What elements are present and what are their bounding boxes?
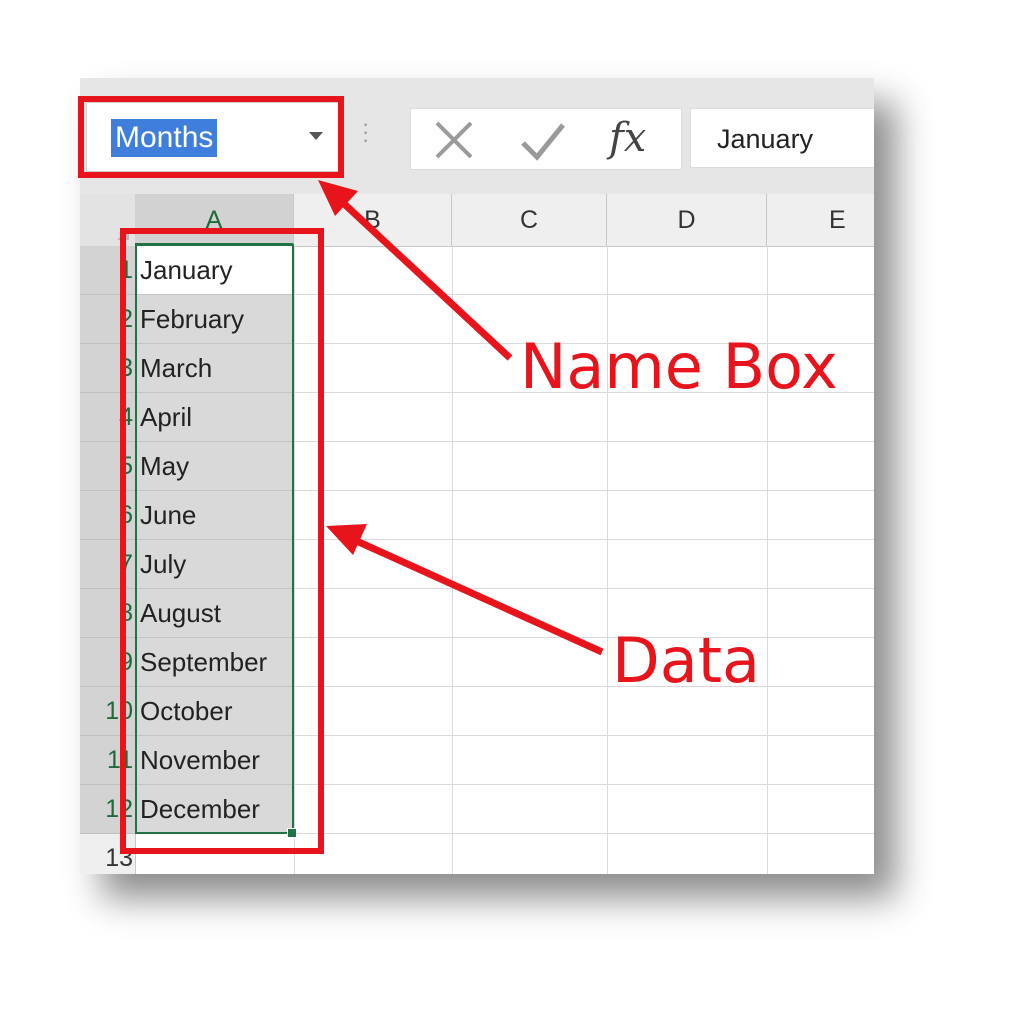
data-highlight xyxy=(120,228,324,854)
formula-input[interactable]: January xyxy=(690,108,874,168)
name-box-annotation: Name Box xyxy=(520,330,838,403)
formula-buttons: fx xyxy=(410,108,682,170)
column-header-c[interactable]: C xyxy=(452,194,607,246)
name-box-highlight xyxy=(78,96,344,178)
vertical-dots-icon[interactable]: · · · xyxy=(362,113,369,151)
check-icon[interactable] xyxy=(519,119,567,163)
column-header-e[interactable]: E xyxy=(767,194,874,246)
column-header-d[interactable]: D xyxy=(607,194,767,246)
data-annotation: Data xyxy=(612,624,761,697)
cancel-icon[interactable] xyxy=(431,117,477,163)
insert-function-icon[interactable]: fx xyxy=(609,111,646,165)
